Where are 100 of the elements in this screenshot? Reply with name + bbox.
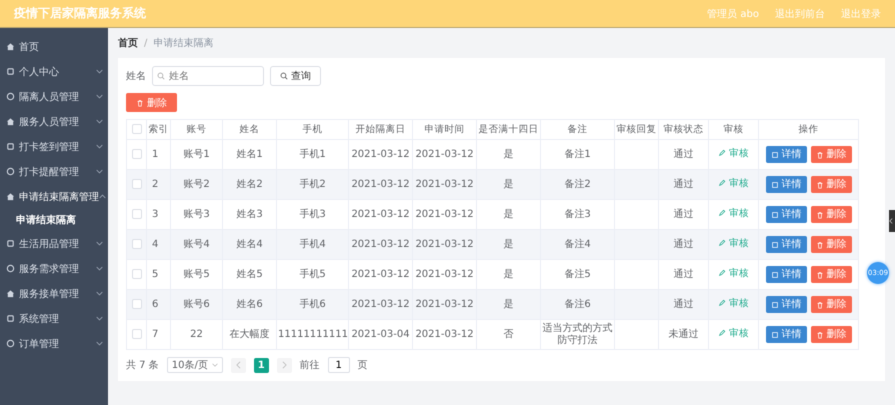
table-cell: 备注4 bbox=[564, 238, 591, 250]
sidebar-item[interactable]: 订单管理 bbox=[0, 331, 108, 356]
trash-icon bbox=[816, 300, 824, 308]
sidebar-item[interactable]: 生活用品管理 bbox=[0, 231, 108, 256]
table-cell: 姓名1 bbox=[236, 148, 263, 160]
column-header: 是否满十四日 bbox=[476, 120, 540, 140]
page-button[interactable]: 1 bbox=[254, 358, 269, 372]
delete-button[interactable]: 删除 bbox=[126, 93, 177, 112]
details-button[interactable]: 详情 bbox=[766, 236, 806, 253]
pencil-icon bbox=[718, 269, 726, 278]
sidebar-item[interactable]: 首页 bbox=[0, 34, 108, 59]
details-button[interactable]: 详情 bbox=[766, 296, 806, 313]
table-cell: 手机6 bbox=[299, 298, 326, 310]
row-checkbox[interactable] bbox=[132, 328, 142, 339]
table-cell: 在大幅度 bbox=[230, 328, 270, 340]
table-cell: 是 bbox=[504, 238, 514, 250]
sidebar-subitem[interactable]: 申请结束隔离 bbox=[0, 209, 108, 231]
select-all-checkbox[interactable] bbox=[132, 124, 142, 134]
table-cell: 2021-03-12 bbox=[351, 298, 410, 310]
breadcrumb-link[interactable]: 申请结束隔离 bbox=[153, 36, 214, 50]
chevron-left-icon bbox=[889, 218, 893, 224]
page-input[interactable]: 1 bbox=[328, 357, 350, 373]
column-header: 开始隔离日 bbox=[348, 120, 412, 140]
trash-icon bbox=[816, 270, 824, 278]
search-field[interactable]: 姓名 bbox=[152, 66, 264, 86]
chevron-right-icon bbox=[282, 361, 287, 369]
row-checkbox[interactable] bbox=[132, 208, 142, 219]
table-cell: 是 bbox=[504, 208, 514, 220]
delete-button[interactable]: 删除 bbox=[810, 176, 852, 193]
table-cell: 手机5 bbox=[299, 268, 326, 280]
details-button[interactable]: 详情 bbox=[766, 266, 806, 283]
details-button[interactable]: 详情 bbox=[766, 326, 806, 343]
pencil-icon bbox=[718, 239, 726, 248]
table-cell: 未通过 bbox=[668, 328, 698, 340]
table-cell: 手机2 bbox=[299, 178, 326, 190]
side-tab[interactable] bbox=[889, 210, 895, 232]
details-button[interactable]: 详情 bbox=[766, 206, 806, 223]
table-cell: 姓名5 bbox=[236, 268, 263, 280]
delete-button[interactable]: 删除 bbox=[810, 146, 852, 163]
table-cell: 姓名6 bbox=[236, 298, 263, 310]
sidebar-item[interactable]: 服务人员管理 bbox=[0, 109, 108, 134]
table-cell: 2 bbox=[152, 178, 158, 190]
table-cell: 备注3 bbox=[564, 208, 591, 220]
document-icon bbox=[770, 150, 778, 158]
menu-item-icon bbox=[6, 239, 15, 248]
delete-button[interactable]: 删除 bbox=[810, 296, 852, 313]
document-icon bbox=[770, 330, 778, 338]
column-header: 审核 bbox=[708, 120, 758, 140]
next-page-button[interactable] bbox=[276, 358, 292, 372]
caret-icon bbox=[212, 363, 218, 367]
table-cell: 1 bbox=[152, 148, 158, 160]
table-cell: 3 bbox=[152, 208, 158, 220]
table-cell: 通过 bbox=[674, 298, 694, 310]
column-header: 账号 bbox=[170, 120, 222, 140]
table-cell: 2021-03-12 bbox=[415, 178, 474, 190]
page-size-select[interactable]: 10条/页 bbox=[166, 357, 223, 373]
table-cell: 手机3 bbox=[299, 208, 326, 220]
menu-item-icon bbox=[6, 339, 15, 348]
column-header: 姓名 bbox=[222, 120, 276, 140]
sidebar-item[interactable]: 打卡签到管理 bbox=[0, 134, 108, 159]
row-checkbox[interactable] bbox=[132, 148, 142, 159]
menu-item-icon bbox=[6, 289, 15, 298]
row-checkbox[interactable] bbox=[132, 238, 142, 249]
table-cell: 2021-03-12 bbox=[351, 178, 410, 190]
sidebar-item[interactable]: 隔离人员管理 bbox=[0, 84, 108, 109]
delete-button[interactable]: 删除 bbox=[810, 326, 852, 343]
row-checkbox[interactable] bbox=[132, 298, 142, 309]
details-button[interactable]: 详情 bbox=[766, 176, 806, 193]
menu-item-icon bbox=[6, 92, 15, 101]
sidebar-item[interactable]: 系统管理 bbox=[0, 306, 108, 331]
table-cell: 否 bbox=[504, 328, 514, 340]
details-button[interactable]: 详情 bbox=[766, 146, 806, 163]
trash-icon bbox=[816, 330, 824, 338]
sidebar-item[interactable]: 申请结束隔离管理 bbox=[0, 184, 108, 209]
table-cell: 2021-03-12 bbox=[351, 238, 410, 250]
table-cell: 备注2 bbox=[564, 178, 591, 190]
sidebar-item[interactable]: 服务需求管理 bbox=[0, 256, 108, 281]
trash-icon bbox=[816, 240, 824, 248]
breadcrumb-link[interactable]: 首页 bbox=[118, 36, 138, 50]
column-header: 审核回复 bbox=[614, 120, 658, 140]
sidebar-item[interactable]: 服务接单管理 bbox=[0, 281, 108, 306]
user-label: 管理员 abo bbox=[707, 8, 759, 20]
search-label: 姓名 bbox=[126, 70, 146, 83]
delete-button[interactable]: 删除 bbox=[810, 206, 852, 223]
row-checkbox[interactable] bbox=[132, 268, 142, 279]
menu-item-icon bbox=[6, 67, 15, 76]
delete-button[interactable]: 删除 bbox=[810, 236, 852, 253]
table-cell: 手机1 bbox=[299, 148, 326, 160]
table-cell: 备注5 bbox=[564, 268, 591, 280]
column-header: 申请时间 bbox=[412, 120, 476, 140]
table-cell: 通过 bbox=[674, 148, 694, 160]
previous-page-button[interactable] bbox=[230, 358, 246, 372]
sidebar-item[interactable]: 打卡提醒管理 bbox=[0, 159, 108, 184]
system-title: 疫情下居家隔离服务系统 bbox=[14, 5, 146, 22]
menu-item-icon bbox=[6, 42, 15, 51]
row-checkbox[interactable] bbox=[132, 178, 142, 189]
search-button[interactable]: 查询 bbox=[270, 66, 321, 86]
sidebar-item[interactable]: 个人中心 bbox=[0, 59, 108, 84]
chevron-left-icon bbox=[236, 361, 241, 369]
delete-button[interactable]: 删除 bbox=[810, 266, 852, 283]
